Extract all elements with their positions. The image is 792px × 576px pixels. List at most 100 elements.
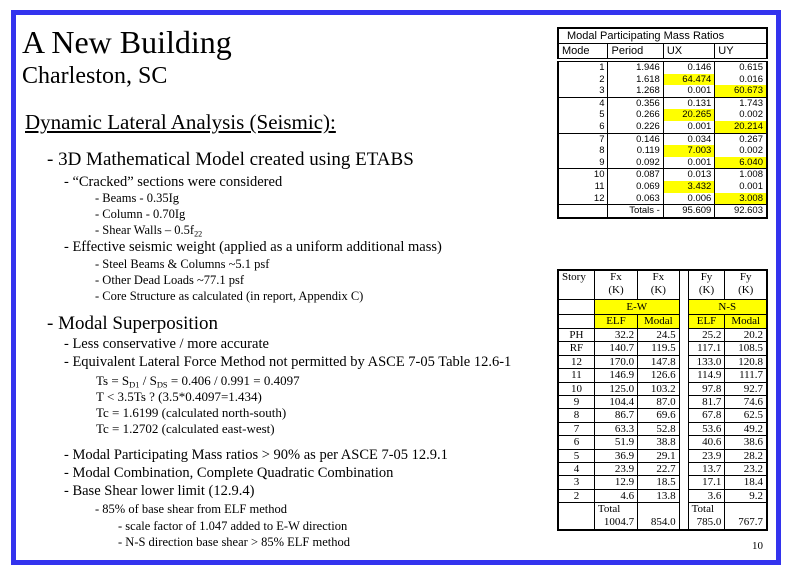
- tc-north-south: Tc = 1.6199 (calculated north-south): [96, 405, 287, 420]
- story-cell: 10: [557, 381, 595, 397]
- cracked-sections: - “Cracked” sections were considered: [64, 174, 283, 190]
- ns-modal-cell: 20.2: [724, 327, 768, 343]
- column-gap: [678, 435, 689, 450]
- story-cell: PH: [557, 327, 595, 343]
- ux-cell: 3.432: [662, 180, 715, 193]
- ns-modal-cell: 62.5: [724, 408, 768, 423]
- ns-elf-cell: 17.1: [687, 475, 726, 490]
- story-cell: 11: [557, 368, 595, 383]
- ew-modal-cell: 13.8: [637, 488, 680, 504]
- mode-cell: 5: [599, 109, 605, 121]
- table-caption: Modal Participating Mass Ratios: [558, 28, 767, 44]
- page-number: 10: [752, 540, 763, 552]
- ew-modal-cell: 103.2: [637, 381, 680, 397]
- period-cell: 1.268: [607, 85, 664, 98]
- column-header: Mode: [558, 43, 608, 62]
- ew-modal-cell: 69.6: [637, 408, 680, 423]
- t-check: T < 3.5Ts ? (3.5*0.4097=1.434): [96, 389, 262, 404]
- ew-modal-cell: 52.8: [637, 421, 680, 437]
- dead-loads-item: - Other Dead Loads ~77.1 psf: [95, 273, 245, 287]
- column-gap: [678, 475, 689, 490]
- ts-text: / S: [139, 373, 157, 388]
- mode-cell: 6: [558, 120, 608, 134]
- table-row: 4 0.356 0.131 1.743: [558, 97, 767, 110]
- mass-ratio-item: - Modal Participating Mass ratios > 90% …: [64, 447, 448, 463]
- uy-cell: 0.002: [714, 145, 767, 157]
- uy-cell: 0.615: [714, 60, 767, 74]
- table-row: 6 51.9 38.8 40.6 38.6: [557, 435, 768, 450]
- uy-cell: 0.016: [714, 73, 767, 86]
- mode-cell: 11: [594, 180, 605, 192]
- total-value: 767.7: [738, 516, 763, 529]
- total-value: 785.0: [696, 516, 722, 529]
- uy-cell: 0.267: [714, 133, 767, 146]
- column-header: Story: [557, 269, 595, 300]
- method-header: Modal: [637, 314, 680, 329]
- period-cell: 0.063: [607, 192, 664, 206]
- ts-text: = 0.406 / 0.991 = 0.4097: [167, 373, 300, 388]
- ew-modal-cell: 38.8: [637, 435, 680, 450]
- uy-cell: 60.673: [714, 85, 767, 98]
- table-row: 9 104.4 87.0 81.7 74.6: [557, 395, 768, 410]
- mode-cell: 7: [599, 133, 605, 145]
- period-cell: 0.087: [607, 168, 664, 181]
- totals-label: Totals -: [607, 204, 664, 218]
- ts-text: Ts = S: [96, 373, 130, 388]
- model-heading: - 3D Mathematical Model created using ET…: [47, 149, 414, 170]
- total-value: 854.0: [650, 516, 676, 529]
- ew-modal-total: 854.0: [637, 502, 680, 531]
- method-header: ELF: [687, 314, 726, 329]
- column-item: - Column - 0.70Ig: [95, 207, 186, 221]
- period-cell: 0.092: [607, 156, 664, 170]
- ns-modal-cell: 120.8: [724, 354, 768, 370]
- totals-row: Totals -95.609 92.603: [558, 204, 767, 218]
- ns-modal-cell: 111.7: [724, 368, 768, 383]
- table-row: 2 4.6 13.8 3.6 9.2: [557, 488, 768, 504]
- table-row: 3 1.268 0.001 60.673: [558, 85, 767, 98]
- column-header: Fy (K): [687, 269, 726, 300]
- ew-modal-cell: 147.8: [637, 354, 680, 370]
- column-header: UX: [662, 43, 715, 62]
- column-gap: [678, 299, 689, 315]
- column-gap: [678, 489, 689, 503]
- total-value: 1004.7: [603, 516, 635, 529]
- ns-modal-cell: 49.2: [724, 421, 768, 437]
- tc-east-west: Tc = 1.2702 (calculated east-west): [96, 421, 275, 436]
- table-row: 11 0.069 3.432 0.001: [558, 180, 767, 193]
- totals-label: Total: [691, 503, 715, 516]
- totals-uy: 92.603: [714, 204, 767, 218]
- ew-modal-cell: 87.0: [637, 395, 680, 410]
- ns-elf-cell: 133.0: [687, 354, 726, 370]
- table-row: 6 0.226 0.001 20.214: [558, 120, 767, 134]
- ns-modal-cell: 108.5: [724, 341, 768, 356]
- table-row: 4 23.9 22.7 13.7 23.2: [557, 462, 768, 477]
- column-gap: [678, 462, 689, 476]
- column-gap: [678, 328, 689, 342]
- ns-modal-cell: 18.4: [724, 475, 768, 490]
- ew-elf-cell: 170.0: [593, 354, 639, 370]
- ux-cell: 0.146: [662, 60, 715, 74]
- mode-cell: 4: [599, 97, 605, 109]
- elf-not-permitted: - Equivalent Lateral Force Method not pe…: [64, 354, 512, 370]
- ew-elf-cell: 32.2: [593, 327, 639, 343]
- column-gap: [678, 382, 689, 396]
- ns-elf-total: Total 785.0: [687, 502, 726, 531]
- period-cell: 1.618: [607, 73, 664, 86]
- base-shear-item: - Base Shear lower limit (12.9.4): [64, 483, 255, 499]
- totals-ux: 95.609: [662, 204, 715, 218]
- column-gap: [678, 395, 689, 409]
- column-header: Period: [607, 43, 664, 62]
- ux-cell: 0.001: [662, 156, 715, 170]
- ew-elf-cell: 36.9: [593, 448, 639, 464]
- story-cell: 7: [557, 421, 595, 437]
- ns-elf-cell: 97.8: [687, 381, 726, 397]
- ns-elf-cell: 40.6: [687, 435, 726, 450]
- ns-elf-cell: 117.1: [687, 341, 726, 356]
- ew-elf-cell: 4.6: [593, 488, 639, 504]
- table-row: PH 32.2 24.5 25.2 20.2: [557, 327, 768, 343]
- ns-elf-cell: 23.9: [687, 448, 726, 464]
- mode-cell: 2: [599, 73, 605, 85]
- table-row: 8 0.119 7.003 0.002: [558, 145, 767, 157]
- mode-cell: 10: [593, 169, 605, 181]
- ux-cell: 0.001: [662, 120, 715, 134]
